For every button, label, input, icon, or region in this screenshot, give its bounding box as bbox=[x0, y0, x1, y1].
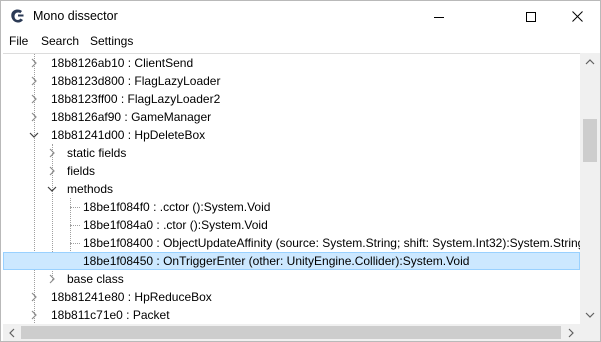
scroll-up-icon[interactable] bbox=[585, 57, 595, 67]
tree-node-label: methods bbox=[67, 182, 114, 196]
vertical-scrollbar[interactable] bbox=[580, 53, 600, 324]
chevron-right-icon[interactable] bbox=[29, 112, 39, 122]
tree-node-label: 18b8123ff00 : FlagLazyLoader2 bbox=[51, 92, 221, 106]
tree-node[interactable]: 18be1f084f0 : .cctor ():System.Void bbox=[3, 198, 580, 216]
tree-node[interactable]: fields bbox=[3, 162, 580, 180]
cheat-engine-icon bbox=[9, 8, 26, 25]
tree-node[interactable]: 18b8126ab10 : ClientSend bbox=[3, 54, 580, 72]
tree-node-label: fields bbox=[67, 164, 96, 178]
chevron-right-icon[interactable] bbox=[47, 274, 57, 284]
class-tree-view[interactable]: 18b8126ab10 : ClientSend 18b8123d800 : F… bbox=[3, 53, 580, 325]
title-bar[interactable]: Mono dissector bbox=[1, 1, 600, 32]
tree-node-label: 18b8126af90 : GameManager bbox=[51, 110, 212, 124]
tree-node[interactable]: 18b8126af90 : GameManager bbox=[3, 108, 580, 126]
chevron-right-icon[interactable] bbox=[47, 166, 57, 176]
scroll-down-icon[interactable] bbox=[585, 310, 595, 320]
chevron-right-icon[interactable] bbox=[29, 292, 39, 302]
chevron-right-icon[interactable] bbox=[29, 58, 39, 68]
menu-file[interactable]: File bbox=[9, 34, 28, 48]
horizontal-scroll-thumb[interactable] bbox=[21, 326, 561, 339]
tree-node-label: base class bbox=[67, 272, 124, 286]
chevron-right-icon[interactable] bbox=[47, 148, 57, 158]
tree-node[interactable]: base class bbox=[3, 270, 580, 288]
tree-node-label: 18be1f08450 : OnTriggerEnter (other: Uni… bbox=[83, 254, 470, 268]
maximize-button[interactable] bbox=[508, 1, 554, 32]
menu-settings[interactable]: Settings bbox=[90, 34, 133, 48]
chevron-down-icon[interactable] bbox=[47, 184, 57, 194]
scroll-left-icon[interactable] bbox=[7, 328, 17, 338]
scroll-right-icon[interactable] bbox=[566, 328, 576, 338]
minimize-icon bbox=[434, 16, 444, 18]
tree-node-label: 18be1f084f0 : .cctor ():System.Void bbox=[83, 200, 271, 214]
tree-node-selected[interactable]: 18be1f08450 : OnTriggerEnter (other: Uni… bbox=[3, 252, 580, 270]
tree-node-label: 18b81241e80 : HpReduceBox bbox=[51, 290, 212, 304]
tree-node-label: 18b8123d800 : FlagLazyLoader bbox=[51, 74, 221, 88]
tree-node[interactable]: 18b8123d800 : FlagLazyLoader bbox=[3, 72, 580, 90]
tree-node[interactable]: static fields bbox=[3, 144, 580, 162]
menu-bar: File Search Settings bbox=[1, 32, 600, 52]
tree-node[interactable]: 18b8123ff00 : FlagLazyLoader2 bbox=[3, 90, 580, 108]
minimize-button[interactable] bbox=[416, 1, 462, 32]
chevron-down-icon[interactable] bbox=[29, 130, 39, 140]
horizontal-scrollbar[interactable] bbox=[3, 324, 580, 341]
tree-node-label: 18be1f084a0 : .ctor ():System.Void bbox=[83, 218, 268, 232]
close-icon bbox=[571, 11, 583, 22]
tree-node[interactable]: methods bbox=[3, 180, 580, 198]
scrollbar-corner bbox=[580, 324, 600, 341]
tree-node[interactable]: 18b81241e80 : HpReduceBox bbox=[3, 288, 580, 306]
window-title: Mono dissector bbox=[33, 9, 118, 23]
tree-node[interactable]: 18be1f084a0 : .ctor ():System.Void bbox=[3, 216, 580, 234]
close-button[interactable] bbox=[554, 1, 600, 32]
tree-node-label: 18be1f08400 : ObjectUpdateAffinity (sour… bbox=[83, 236, 580, 250]
tree-node-label: static fields bbox=[67, 146, 127, 160]
maximize-icon bbox=[526, 11, 536, 22]
chevron-right-icon[interactable] bbox=[29, 76, 39, 86]
chevron-right-icon[interactable] bbox=[29, 310, 39, 320]
tree-node[interactable]: 18be1f08400 : ObjectUpdateAffinity (sour… bbox=[3, 234, 580, 252]
mono-dissector-window: Mono dissector File Search Settings 18b8… bbox=[0, 0, 601, 342]
tree-node[interactable]: 18b81241d00 : HpDeleteBox bbox=[3, 126, 580, 144]
chevron-right-icon[interactable] bbox=[29, 94, 39, 104]
tree-node-label: 18b81241d00 : HpDeleteBox bbox=[51, 128, 206, 142]
tree-node[interactable]: 18b811c71e0 : Packet bbox=[3, 306, 580, 324]
tree-node-label: 18b8126ab10 : ClientSend bbox=[51, 56, 194, 70]
vertical-scroll-thumb[interactable] bbox=[583, 119, 597, 162]
tree-node-label: 18b811c71e0 : Packet bbox=[51, 308, 170, 322]
menu-search[interactable]: Search bbox=[41, 34, 79, 48]
